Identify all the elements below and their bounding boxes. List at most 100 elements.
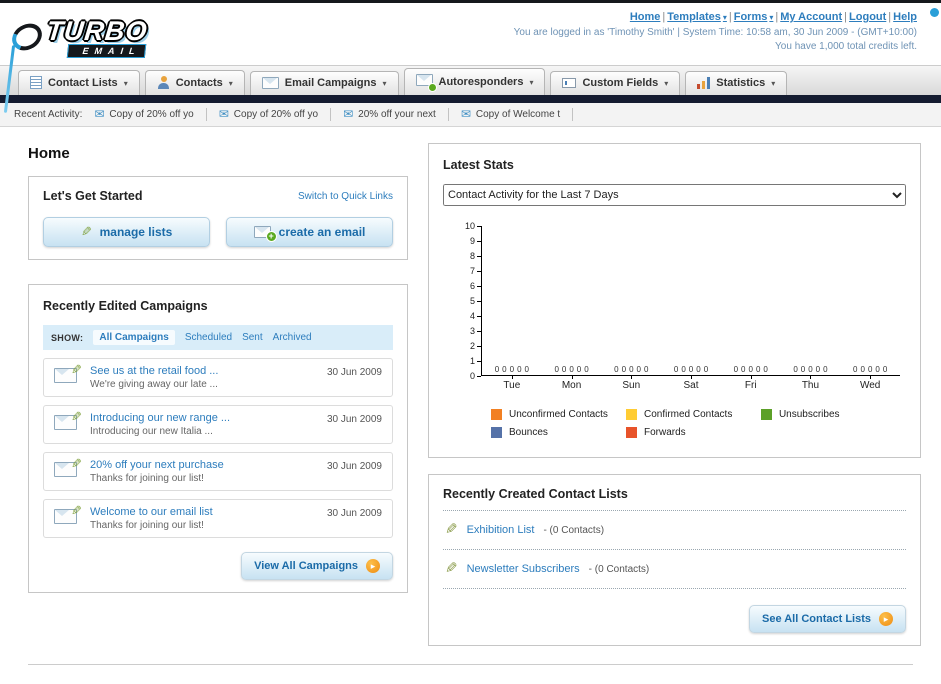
custom-fields-icon: [562, 78, 577, 88]
campaign-date: 30 Jun 2009: [326, 461, 382, 472]
header-right: HomeTemplatesFormsMy AccountLogoutHelp Y…: [514, 7, 931, 65]
view-all-campaigns-button[interactable]: View All Campaigns: [241, 552, 393, 580]
envelope-icon: [94, 108, 104, 121]
filter-scheduled[interactable]: Scheduled: [185, 332, 232, 343]
logo-text: TURBO EMAIL: [44, 16, 149, 58]
contact-list-link[interactable]: Exhibition List: [467, 524, 535, 536]
contact-list-row: Exhibition List - (0 Contacts): [443, 511, 906, 550]
email-campaigns-icon: [261, 77, 279, 89]
pencil-icon: [445, 560, 458, 578]
campaign-row: Introducing our new range ... Introducin…: [43, 405, 393, 444]
tab-email-campaigns[interactable]: Email Campaigns: [249, 71, 399, 95]
autoresponders-icon: [415, 74, 437, 92]
envelope-pencil-icon: [54, 508, 80, 529]
recent-activity-bar: Recent Activity: Copy of 20% off yo Copy…: [0, 103, 941, 127]
session-info: You are logged in as 'Timothy Smith' | S…: [513, 27, 917, 38]
top-link-forms[interactable]: Forms: [727, 11, 774, 23]
campaign-title-link[interactable]: 20% off your next purchase: [90, 459, 317, 471]
envelope-pencil-icon: [54, 367, 80, 388]
contact-list-detail: - (0 Contacts): [543, 524, 605, 536]
app-logo: TURBO EMAIL: [5, 9, 150, 65]
footer-divider: [28, 664, 913, 684]
main-content: Home Let's Get Started Switch to Quick L…: [0, 127, 941, 646]
recent-campaigns-panel: Recently Edited Campaigns SHOW: All Camp…: [28, 284, 408, 593]
latest-stats-title: Latest Stats: [443, 158, 514, 172]
envelope-pencil-icon: [54, 461, 80, 482]
main-nav: Contact Lists Contacts Email Campaigns A…: [0, 65, 941, 95]
latest-stats-panel: Latest Stats Contact Activity for the La…: [428, 143, 921, 458]
chevron-down-icon: [229, 77, 233, 89]
top-link-templates[interactable]: Templates: [660, 11, 727, 23]
top-link-help[interactable]: Help: [886, 11, 917, 23]
create-email-button[interactable]: create an email: [226, 217, 393, 247]
tab-statistics[interactable]: Statistics: [685, 71, 788, 95]
arrow-right-icon: [366, 559, 380, 573]
campaign-filter-bar: SHOW: All Campaigns Scheduled Sent Archi…: [43, 325, 393, 350]
envelope-icon: [461, 108, 471, 121]
corner-dot-icon: [930, 8, 939, 17]
envelope-plus-icon: [253, 226, 277, 242]
chevron-down-icon: [382, 77, 386, 89]
chevron-down-icon: [771, 77, 775, 89]
tab-contacts[interactable]: Contacts: [144, 70, 245, 95]
contacts-icon: [157, 76, 170, 89]
top-link-my-account[interactable]: My Account: [773, 11, 842, 23]
app-window: TURBO EMAIL HomeTemplatesFormsMy Account…: [0, 0, 941, 684]
get-started-panel: Let's Get Started Switch to Quick Links …: [28, 176, 408, 260]
recent-activity-label: Recent Activity:: [14, 109, 83, 120]
envelope-pencil-icon: [54, 414, 80, 435]
see-all-contact-lists-button[interactable]: See All Contact Lists: [748, 605, 906, 633]
campaign-title-link[interactable]: See us at the retail food ...: [90, 365, 317, 377]
statistics-icon: [697, 77, 711, 89]
tab-contact-lists[interactable]: Contact Lists: [18, 70, 140, 95]
top-link-logout[interactable]: Logout: [842, 11, 886, 23]
contact-lists-icon: [30, 76, 42, 89]
top-link-home[interactable]: Home: [630, 11, 661, 23]
switch-to-quick-links[interactable]: Switch to Quick Links: [298, 191, 393, 202]
chart-x-labels: Tue Mon Sun Sat Fri Thu Wed: [482, 376, 900, 391]
campaign-subtitle: Thanks for joining our list!: [90, 473, 204, 484]
campaign-row: Welcome to our email list Thanks for joi…: [43, 499, 393, 538]
page-title: Home: [28, 145, 70, 162]
chart-groups: 00000000000000000000000000000000000: [481, 226, 900, 376]
contact-list-link[interactable]: Newsletter Subscribers: [467, 563, 580, 575]
recent-activity-item[interactable]: 20% off your next: [343, 108, 449, 121]
recent-contact-lists-panel: Recently Created Contact Lists Exhibitio…: [428, 474, 921, 646]
contact-list-detail: - (0 Contacts): [588, 563, 650, 575]
left-column: Home Let's Get Started Switch to Quick L…: [28, 143, 408, 646]
manage-lists-button[interactable]: manage lists: [43, 217, 210, 247]
filter-all-campaigns[interactable]: All Campaigns: [93, 330, 175, 345]
campaign-date: 30 Jun 2009: [326, 414, 382, 425]
arrow-right-icon: [879, 612, 893, 626]
recent-activity-item[interactable]: Copy of 20% off yo: [94, 108, 207, 121]
campaign-title-link[interactable]: Introducing our new range ...: [90, 412, 317, 424]
campaign-subtitle: Introducing our new Italia ...: [90, 426, 213, 437]
envelope-icon: [343, 108, 353, 121]
legend-item: Unsubscribes: [760, 409, 896, 420]
top-nav-links: HomeTemplatesFormsMy AccountLogoutHelp: [514, 11, 917, 23]
campaign-title-link[interactable]: Welcome to our email list: [90, 506, 317, 518]
chevron-down-icon: [664, 77, 668, 89]
filter-archived[interactable]: Archived: [273, 332, 312, 343]
legend-item: Confirmed Contacts: [625, 409, 761, 420]
recent-activity-item[interactable]: Copy of Welcome t: [461, 108, 574, 121]
get-started-title: Let's Get Started: [43, 189, 143, 203]
contact-activity-chart: 10 9 8 7 6 5 4 3 2 1 0 000000000000000000000000000…: [443, 221, 906, 445]
chart-legend: Unconfirmed Contacts Confirmed Contacts Un…: [457, 409, 900, 445]
recent-activity-item[interactable]: Copy of 20% off yo: [219, 108, 332, 121]
contact-list-row: Newsletter Subscribers - (0 Contacts): [443, 550, 906, 589]
stats-period-select[interactable]: Contact Activity for the Last 7 Days: [443, 184, 906, 206]
show-label: SHOW:: [51, 332, 84, 343]
tab-autoresponders[interactable]: Autoresponders: [403, 68, 546, 95]
envelope-icon: [219, 108, 229, 121]
filter-sent[interactable]: Sent: [242, 332, 263, 343]
campaign-date: 30 Jun 2009: [326, 508, 382, 519]
credits-info: You have 1,000 total credits left.: [775, 41, 917, 52]
tab-custom-fields[interactable]: Custom Fields: [550, 71, 681, 95]
pencil-icon: [445, 521, 458, 539]
campaign-subtitle: Thanks for joining our list!: [90, 520, 204, 531]
right-column: Latest Stats Contact Activity for the La…: [428, 143, 921, 646]
legend-item: Forwards: [625, 427, 761, 438]
campaign-subtitle: We're giving away our late ...: [90, 379, 218, 390]
recent-contact-lists-title: Recently Created Contact Lists: [443, 487, 906, 511]
